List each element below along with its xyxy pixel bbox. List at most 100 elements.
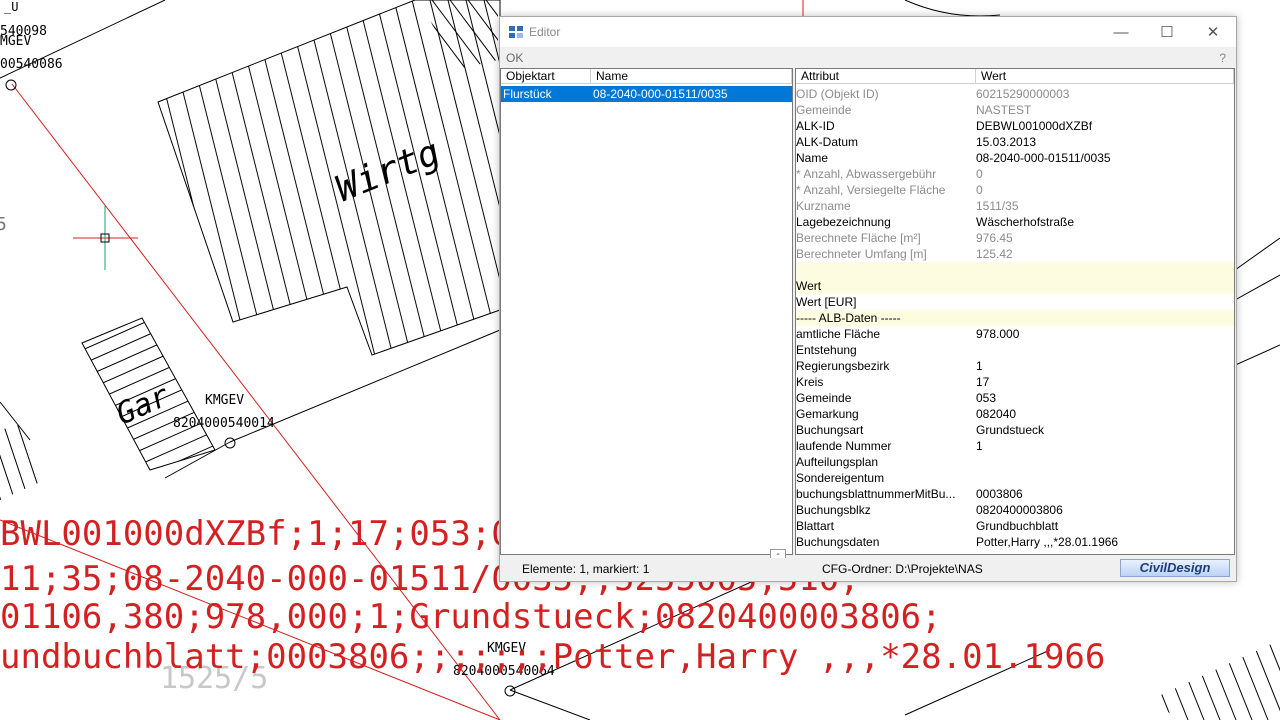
table-row[interactable]: * Anzahl, Abwassergebühr 0	[796, 166, 1234, 182]
boundary-point[interactable]	[224, 437, 236, 449]
hatch-line	[1100, 620, 1140, 720]
attribute-name: Kreis	[796, 375, 824, 389]
table-row[interactable]: laufende Nummer 1	[796, 438, 1234, 454]
table-row[interactable]: Entstehung	[796, 342, 1234, 358]
attribute-name: Berechnete Fläche [m²]	[796, 231, 921, 245]
editor-window[interactable]: Editor — ☐ ✕ OK ? Objektart Name Flurstü…	[499, 16, 1237, 582]
attribute-value[interactable]: 053	[976, 390, 996, 406]
table-row[interactable]: buchungsblattnummerMitBu... 0003806	[796, 486, 1234, 502]
close-button[interactable]: ✕	[1190, 17, 1236, 47]
boundary-point[interactable]	[5, 79, 17, 91]
hatch-line	[177, 0, 274, 355]
attribute-value[interactable]: 1511/35	[976, 198, 1019, 214]
hatch-line	[158, 0, 184, 355]
attribute-value[interactable]: Wäscherhofstraße	[976, 214, 1074, 230]
attribute-value[interactable]: Grundbuchblatt	[976, 518, 1058, 534]
table-row[interactable]: Buchungsdaten Potter,Harry ,,,*28.01.1966	[796, 534, 1234, 550]
ok-menu-item[interactable]: OK	[506, 51, 523, 65]
table-row[interactable]: Sondereigentum	[796, 470, 1234, 486]
table-row[interactable]: amtliche Fläche 978.000	[796, 326, 1234, 342]
attribute-value[interactable]: 17	[976, 374, 989, 390]
civildesign-logo: CivilDesign	[1120, 559, 1230, 577]
attribute-value[interactable]: 976.45	[976, 230, 1013, 246]
column-header-name[interactable]: Name	[591, 69, 792, 84]
attribute-table[interactable]: Attribut Wert OID (Objekt ID) 60215290000…	[795, 68, 1235, 555]
table-row[interactable]: Buchungsblkz 0820400003806	[796, 502, 1234, 518]
cad-attribute-text: 01106,380;978,000;1;Grundstueck;08204000…	[0, 597, 942, 637]
table-row[interactable]: Blattart Grundbuchblatt	[796, 518, 1234, 534]
table-row[interactable]	[796, 262, 1234, 278]
attribute-value[interactable]: 0820400003806	[976, 502, 1063, 518]
attribute-value[interactable]: NASTEST	[976, 102, 1031, 118]
table-row[interactable]: Regierungsbezirk 1	[796, 358, 1234, 374]
cad-label: _U	[4, 0, 18, 14]
attribute-name: Gemarkung	[796, 407, 859, 421]
attribute-value[interactable]: 0	[976, 182, 983, 198]
hatch-line	[231, 0, 328, 355]
table-row[interactable]: Name 08-2040-000-01511/0035	[796, 150, 1234, 166]
table-row[interactable]: Berechnete Fläche [m²] 976.45	[796, 230, 1234, 246]
attribute-value[interactable]: 0003806	[976, 486, 1023, 502]
table-row[interactable]: * Anzahl, Versiegelte Fläche 0	[796, 182, 1234, 198]
table-row[interactable]: Gemeinde 053	[796, 390, 1234, 406]
cfg-folder-status: CFG-Ordner: D:\Projekte\NAS	[822, 562, 983, 576]
attribute-value[interactable]: DEBWL001000dXZBf	[976, 118, 1092, 134]
table-row[interactable]: Kreis 17	[796, 374, 1234, 390]
attribute-value[interactable]: 082040	[976, 406, 1016, 422]
attribute-name: Regierungsbezirk	[796, 359, 890, 373]
attribute-name: Buchungsblkz	[796, 503, 871, 517]
table-row[interactable]: Aufteilungsplan	[796, 454, 1234, 470]
table-row[interactable]: Buchungsart Grundstueck	[796, 422, 1234, 438]
table-row[interactable]: Gemeinde NASTEST	[796, 102, 1234, 118]
table-row[interactable]: ALK-ID DEBWL001000dXZBf	[796, 118, 1234, 134]
attribute-value[interactable]: 125.42	[976, 246, 1013, 262]
hatch-line	[159, 0, 256, 355]
table-row[interactable]: Kurzname 1511/35	[796, 198, 1234, 214]
maximize-button[interactable]: ☐	[1144, 17, 1190, 47]
object-list[interactable]: Objektart Name Flurstück 08-2040-000-015…	[500, 68, 793, 555]
hatch-line	[43, 425, 45, 500]
attribute-name: laufende Nummer	[796, 439, 892, 453]
list-item[interactable]: Flurstück 08-2040-000-01511/0035	[501, 86, 792, 102]
attribute-name: Entstehung	[796, 343, 857, 357]
table-row[interactable]: Gemarkung 082040	[796, 406, 1234, 422]
parcel-line	[164, 441, 231, 479]
attribute-value[interactable]: 1	[976, 358, 983, 374]
hatch-line	[29, 425, 45, 500]
attribute-name: Aufteilungsplan	[796, 455, 879, 469]
column-header-attribut[interactable]: Attribut	[796, 69, 976, 84]
building-hatch-bottom-right	[1100, 620, 1280, 720]
object-name: 08-2040-000-01511/0035	[593, 87, 728, 101]
column-header-objektart[interactable]: Objektart	[501, 69, 591, 84]
attribute-value[interactable]: 1	[976, 438, 983, 454]
attribute-value[interactable]: Potter,Harry ,,,*28.01.1966	[976, 534, 1118, 550]
object-type: Flurstück	[503, 87, 552, 101]
attribute-value[interactable]: Grundstueck	[976, 422, 1044, 438]
help-button[interactable]: ?	[1219, 51, 1226, 65]
attribute-value[interactable]: 08-2040-000-01511/0035	[976, 150, 1111, 166]
attribute-value[interactable]: 0	[976, 166, 983, 182]
table-row[interactable]: Berechneter Umfang [m] 125.42	[796, 246, 1234, 262]
attribute-value[interactable]: 60215290000003	[976, 86, 1069, 102]
attribute-name: ----- ALB-Daten -----	[796, 311, 901, 325]
cad-label: MGEV	[0, 34, 31, 49]
minimize-button[interactable]: —	[1098, 17, 1144, 47]
attribute-value[interactable]: 978.000	[976, 326, 1019, 342]
table-row[interactable]: Lagebezeichnung Wäscherhofstraße	[796, 214, 1234, 230]
table-row[interactable]: ALK-Datum 15.03.2013	[796, 134, 1234, 150]
table-row[interactable]: OID (Objekt ID) 60215290000003	[796, 86, 1234, 102]
app-icon	[509, 26, 523, 38]
attribute-name: Buchungsdaten	[796, 535, 880, 549]
attribute-name: * Anzahl, Versiegelte Fläche	[796, 183, 946, 197]
cad-attribute-text: BWL001000dXZBf;1;17;053;0	[0, 514, 512, 554]
attribute-name: Blattart	[796, 519, 835, 533]
table-row[interactable]: Wert	[796, 278, 1234, 294]
attribute-name: Kurzname	[796, 199, 851, 213]
title-bar[interactable]: Editor — ☐ ✕	[500, 17, 1236, 47]
table-row[interactable]: Wert [EUR]	[796, 294, 1234, 310]
table-row[interactable]: ----- ALB-Daten -----	[796, 310, 1234, 326]
attribute-name: Lagebezeichnung	[796, 215, 891, 229]
column-header-wert[interactable]: Wert	[976, 69, 1234, 84]
hatch-line	[1150, 640, 1157, 720]
attribute-value[interactable]: 15.03.2013	[976, 134, 1036, 150]
